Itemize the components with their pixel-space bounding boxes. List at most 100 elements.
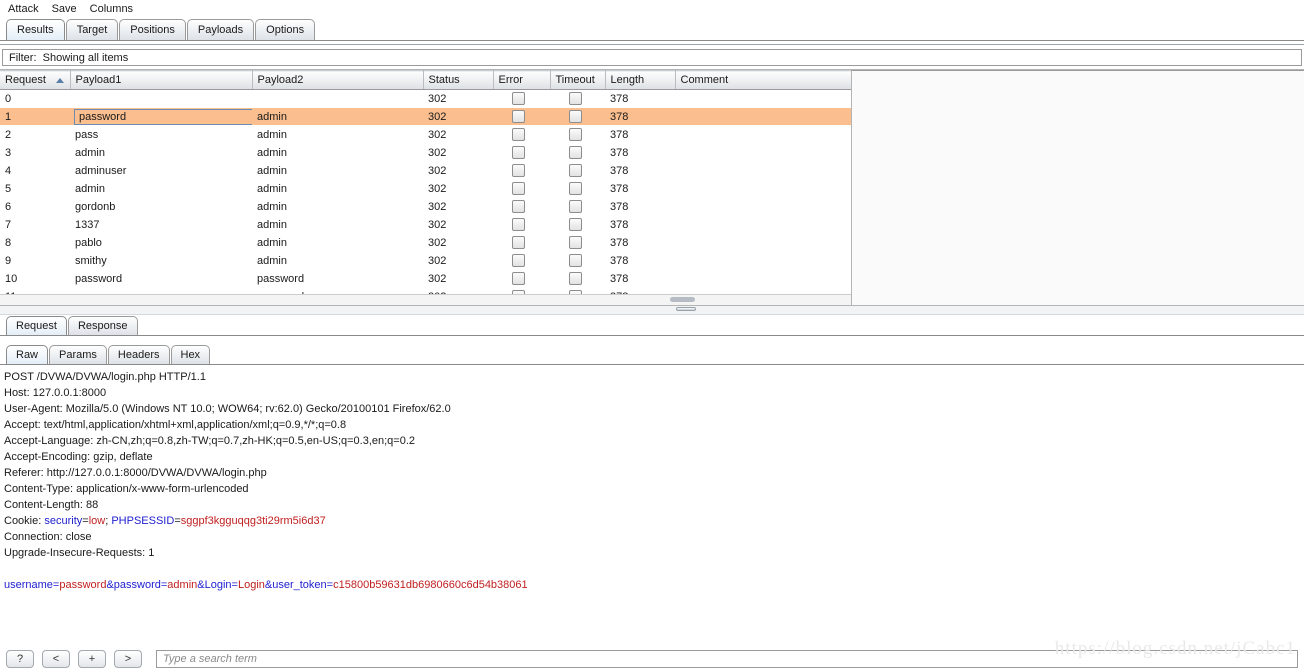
cell-error[interactable] — [493, 161, 550, 180]
tab-target[interactable]: Target — [65, 19, 119, 40]
cell-length[interactable]: 378 — [605, 89, 675, 108]
cell-length[interactable]: 378 — [605, 107, 675, 126]
timeout-checkbox[interactable] — [569, 253, 582, 267]
cell-payload1[interactable]: pass — [70, 125, 252, 144]
cell-status[interactable]: 302 — [423, 197, 493, 216]
cell-payload2[interactable]: admin — [252, 233, 423, 252]
cell-payload1[interactable] — [70, 89, 252, 108]
timeout-checkbox[interactable] — [569, 145, 582, 159]
tab-payloads[interactable]: Payloads — [186, 19, 255, 40]
cell-comment[interactable] — [675, 179, 851, 198]
cell-timeout[interactable] — [550, 269, 605, 288]
cell-timeout[interactable] — [550, 143, 605, 162]
cell-error[interactable] — [493, 233, 550, 252]
cell-request[interactable]: 10 — [0, 269, 70, 288]
table-row[interactable]: 6 gordonb admin 302 378 — [0, 197, 851, 216]
cell-status[interactable]: 302 — [423, 215, 493, 234]
timeout-checkbox[interactable] — [569, 181, 582, 195]
column-header-timeout[interactable]: Timeout — [550, 70, 606, 90]
menu-columns[interactable]: Columns — [88, 2, 135, 16]
table-row[interactable]: 4 adminuser admin 302 378 — [0, 161, 851, 180]
cell-payload2[interactable]: admin — [252, 197, 423, 216]
column-header-status[interactable]: Status — [423, 70, 494, 90]
error-checkbox[interactable] — [512, 271, 525, 285]
cell-payload2[interactable] — [252, 89, 423, 108]
cell-comment[interactable] — [675, 89, 851, 108]
tab-positions[interactable]: Positions — [119, 19, 186, 40]
cell-error[interactable] — [493, 179, 550, 198]
tab-request[interactable]: Request — [6, 316, 67, 335]
cell-error[interactable] — [493, 269, 550, 288]
error-checkbox[interactable] — [512, 181, 525, 195]
cell-status[interactable]: 302 — [423, 179, 493, 198]
timeout-checkbox[interactable] — [569, 127, 582, 141]
cell-comment[interactable] — [675, 215, 851, 234]
cell-payload2[interactable]: admin — [252, 179, 423, 198]
cell-payload2[interactable]: admin — [252, 251, 423, 270]
error-checkbox[interactable] — [512, 163, 525, 177]
cell-request[interactable]: 7 — [0, 215, 70, 234]
cell-timeout[interactable] — [550, 179, 605, 198]
cell-status[interactable]: 302 — [423, 107, 493, 126]
cell-error[interactable] — [493, 107, 550, 126]
cell-request[interactable]: 4 — [0, 161, 70, 180]
table-row[interactable]: 0 302 378 — [0, 89, 851, 108]
help-button[interactable]: ? — [6, 650, 34, 668]
cell-payload2[interactable]: admin — [252, 143, 423, 162]
table-row[interactable]: 2 pass admin 302 378 — [0, 125, 851, 144]
search-input[interactable]: Type a search term — [156, 650, 1298, 668]
cell-length[interactable]: 378 — [605, 215, 675, 234]
timeout-checkbox[interactable] — [569, 91, 582, 105]
tab-response[interactable]: Response — [67, 316, 138, 335]
cell-payload2[interactable]: password — [252, 269, 423, 288]
cell-error[interactable] — [493, 125, 550, 144]
column-header-payload1[interactable]: Payload1 — [70, 70, 253, 90]
error-checkbox[interactable] — [512, 109, 525, 123]
filter-bar[interactable]: Filter: Showing all items — [2, 49, 1302, 66]
cell-error[interactable] — [493, 89, 550, 108]
tab-headers[interactable]: Headers — [107, 345, 170, 364]
cell-error[interactable] — [493, 251, 550, 270]
error-checkbox[interactable] — [512, 145, 525, 159]
cell-status[interactable]: 302 — [423, 89, 493, 108]
table-row[interactable]: 7 1337 admin 302 378 — [0, 215, 851, 234]
menu-attack[interactable]: Attack — [6, 2, 41, 16]
cell-payload2[interactable]: admin — [252, 215, 423, 234]
add-button[interactable]: + — [78, 650, 106, 668]
cell-status[interactable]: 302 — [423, 161, 493, 180]
column-header-length[interactable]: Length — [605, 70, 676, 90]
error-checkbox[interactable] — [512, 253, 525, 267]
column-header-request[interactable]: Request — [0, 70, 71, 90]
error-checkbox[interactable] — [512, 235, 525, 249]
column-header-error[interactable]: Error — [493, 70, 551, 90]
tab-options[interactable]: Options — [255, 19, 316, 40]
cell-request[interactable]: 6 — [0, 197, 70, 216]
raw-request-text[interactable]: POST /DVWA/DVWA/login.php HTTP/1.1 Host:… — [0, 365, 1304, 614]
cell-comment[interactable] — [675, 125, 851, 144]
cell-comment[interactable] — [675, 107, 851, 126]
cell-length[interactable]: 378 — [605, 251, 675, 270]
cell-error[interactable] — [493, 197, 550, 216]
tab-results[interactable]: Results — [6, 19, 65, 40]
cell-status[interactable]: 302 — [423, 233, 493, 252]
timeout-checkbox[interactable] — [569, 199, 582, 213]
table-row[interactable]: 3 admin admin 302 378 — [0, 143, 851, 162]
cell-request[interactable]: 2 — [0, 125, 70, 144]
cell-request[interactable]: 8 — [0, 233, 70, 252]
cell-comment[interactable] — [675, 251, 851, 270]
cell-payload1[interactable]: admin — [70, 143, 252, 162]
cell-payload1[interactable]: smithy — [70, 251, 252, 270]
cell-error[interactable] — [493, 143, 550, 162]
menu-save[interactable]: Save — [50, 2, 79, 16]
error-checkbox[interactable] — [512, 217, 525, 231]
scrollbar-thumb[interactable] — [670, 297, 695, 302]
panel-splitter[interactable] — [0, 305, 1304, 315]
cell-payload1[interactable]: admin — [70, 179, 252, 198]
cell-timeout[interactable] — [550, 215, 605, 234]
error-checkbox[interactable] — [512, 127, 525, 141]
cell-payload2[interactable]: admin — [252, 125, 423, 144]
cell-payload1[interactable]: 1337 — [70, 215, 252, 234]
cell-length[interactable]: 378 — [605, 143, 675, 162]
cell-request[interactable]: 0 — [0, 89, 70, 108]
error-checkbox[interactable] — [512, 199, 525, 213]
